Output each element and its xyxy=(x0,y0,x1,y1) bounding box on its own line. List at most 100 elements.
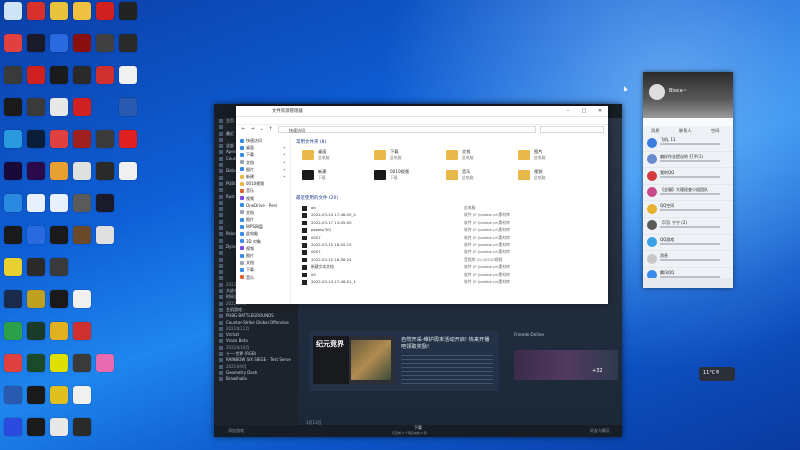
recent-file-row[interactable]: 2022-03-14 17-48-05_4 软件 (F:)\adobe pr\素材… xyxy=(302,212,600,219)
game10-icon[interactable] xyxy=(50,290,68,308)
chevron-down-icon[interactable]: ⌄ xyxy=(258,126,265,133)
red2-icon[interactable] xyxy=(96,2,114,20)
nav-pane-item[interactable]: 桌面 ✦ xyxy=(236,144,290,151)
app-yellow-icon[interactable] xyxy=(50,2,68,20)
qq-chat-item[interactable]: QQ游戏 xyxy=(643,235,733,252)
nav-pane-item[interactable]: 音乐 xyxy=(236,274,290,281)
qq-chat-item[interactable]: 我的QQ xyxy=(643,168,733,185)
weather-widget[interactable]: 11°C 阴 xyxy=(699,367,735,381)
quick-access-folder[interactable]: 新建 下载 xyxy=(302,169,372,183)
steam-icon[interactable] xyxy=(4,290,22,308)
nav-pane-item[interactable]: 图片 xyxy=(236,216,290,223)
nav-pane-item[interactable]: 文档 ✦ xyxy=(236,159,290,166)
game7-icon[interactable] xyxy=(27,258,45,276)
apex-icon[interactable] xyxy=(73,130,91,148)
recent-file-row[interactable]: 00 软件 (F:)\adobe pr\素材库 xyxy=(302,272,600,279)
avatar[interactable] xyxy=(649,84,665,100)
qq-chat-item[interactable]: 【全服】大理巡查小组团队 xyxy=(643,185,733,202)
nav-pane-item[interactable]: 图片 xyxy=(236,252,290,259)
valorant-icon[interactable] xyxy=(50,130,68,148)
game2-icon[interactable] xyxy=(96,162,114,180)
game-icon[interactable] xyxy=(96,130,114,148)
game23-icon[interactable] xyxy=(73,418,91,436)
game5-icon[interactable] xyxy=(73,226,91,244)
ps-icon[interactable] xyxy=(27,130,45,148)
red-doc-icon[interactable] xyxy=(73,98,91,116)
game21-icon[interactable] xyxy=(27,418,45,436)
netease-icon[interactable] xyxy=(27,66,45,84)
game16-icon[interactable] xyxy=(27,354,45,372)
game20-icon[interactable] xyxy=(50,386,68,404)
quick-access-folder[interactable]: 0010视频 下载 xyxy=(374,169,444,183)
recent-file-row[interactable]: 2022-03-14 17-46-01_1 软件 (F:)\adobe pr\素材… xyxy=(302,279,600,286)
recent-file-row[interactable]: pexels(30) 软件 (F:)\adobe pr\素材库 xyxy=(302,227,600,234)
pr2-icon[interactable] xyxy=(27,162,45,180)
game14-icon[interactable] xyxy=(73,322,91,340)
game4-icon[interactable] xyxy=(50,226,68,244)
explorer-navigation-pane[interactable]: 快速访问 桌面 ✦ 下载 ✦ 文档 ✦ 图片 ✦ 新建 ✦ 0010视频 音乐 视频 OneDrive - … xyxy=(236,137,291,304)
minimize-button[interactable]: – xyxy=(560,106,576,116)
qq-icon[interactable] xyxy=(27,2,45,20)
recent-file-row[interactable]: 2022-03-15 16-56-24 音频库 (G:)\0010视频 xyxy=(302,257,600,264)
steam-small-icon[interactable] xyxy=(27,98,45,116)
recycle-bin-icon[interactable] xyxy=(4,2,22,20)
steam-library-item[interactable]: Brawlhalla xyxy=(214,376,298,382)
edge-icon[interactable] xyxy=(4,130,22,148)
red2-app-icon[interactable] xyxy=(119,130,137,148)
nav-pane-item[interactable]: 快速访问 xyxy=(236,137,290,144)
qq-panel[interactable]: Bloca~ 消息 联系人 空间 飞机, 11 偏好作业提议的 打平(1) 我的QQ… xyxy=(643,72,733,288)
recent-file-row[interactable]: aa 此电脑 xyxy=(302,205,600,212)
green-app-icon[interactable] xyxy=(4,322,22,340)
nav-pane-item[interactable]: 此电脑 xyxy=(236,230,290,237)
game8-icon[interactable] xyxy=(50,258,68,276)
quick-access-folder[interactable]: 文档 此电脑 xyxy=(446,149,516,163)
maximize-button[interactable]: □ xyxy=(576,106,592,116)
recent-file-row[interactable]: 2022-03-17 13-05-00 软件 (F:)\adobe pr\素材库 xyxy=(302,220,600,227)
game15-icon[interactable] xyxy=(4,354,22,372)
quick-access-folder[interactable]: 桌面 此电脑 xyxy=(302,149,372,163)
tab-contacts[interactable]: 联系人 xyxy=(679,128,692,134)
uplay-icon[interactable] xyxy=(4,418,22,436)
quick-access-folder[interactable]: 下载 此电脑 xyxy=(374,149,444,163)
aim-icon[interactable] xyxy=(4,98,22,116)
blue-app3-icon[interactable] xyxy=(4,386,22,404)
search-input[interactable] xyxy=(540,126,604,133)
tab-space[interactable]: 空间 xyxy=(711,128,719,134)
game3-icon[interactable] xyxy=(73,194,91,212)
nav-pane-item[interactable]: WPS网盘 xyxy=(236,223,290,230)
game11-icon[interactable] xyxy=(73,290,91,308)
qq-bottom-toolbar[interactable] xyxy=(643,278,733,288)
nav-pane-item[interactable]: 视频 xyxy=(236,245,290,252)
nav-pane-item[interactable]: 文档 xyxy=(236,209,290,216)
pr-icon[interactable] xyxy=(4,162,22,180)
car-icon[interactable] xyxy=(73,162,91,180)
game9-icon[interactable] xyxy=(27,290,45,308)
quick-access-header[interactable]: 常用文件夹 (8) xyxy=(296,139,326,145)
address-bar[interactable]: 快速访问 xyxy=(278,126,536,133)
pink-app-icon[interactable] xyxy=(96,354,114,372)
close-button[interactable]: ✕ xyxy=(592,106,608,116)
nav-pane-item[interactable]: 图片 ✦ xyxy=(236,166,290,173)
add-game-button[interactable]: 添加游戏 xyxy=(228,428,244,434)
back-arrow-icon[interactable]: ← xyxy=(240,126,247,133)
game22-icon[interactable] xyxy=(50,418,68,436)
qq-chat-item[interactable]: 飞机, 11 xyxy=(643,135,733,152)
friends-chat-button[interactable]: 好友与聊天 xyxy=(590,428,610,434)
game18-icon[interactable] xyxy=(73,354,91,372)
nav-pane-item[interactable]: 音乐 xyxy=(236,187,290,194)
tab-messages[interactable]: 消息 xyxy=(651,128,659,134)
quick-access-folder[interactable]: 视频 此电脑 xyxy=(518,169,588,183)
nav-pane-item[interactable]: 0010视频 xyxy=(236,180,290,187)
recent-file-row[interactable]: 新建文本文档 软件 (F:)\adobe pr\素材库 xyxy=(302,264,600,271)
qq-chat-item[interactable]: 消息 xyxy=(643,251,733,268)
capcut-icon[interactable] xyxy=(50,66,68,84)
qq-chat-item[interactable]: 偏好作业提议的 打平(1) xyxy=(643,152,733,169)
file-icon[interactable] xyxy=(119,66,137,84)
quick-access-folder[interactable]: 音乐 此电脑 xyxy=(446,169,516,183)
recent-file-row[interactable]: 0007 软件 (F:)\adobe pr\素材库 xyxy=(302,235,600,242)
nav-pane-item[interactable]: 视频 xyxy=(236,195,290,202)
qq-chat-item[interactable]: 【可】宁宁 (2) xyxy=(643,218,733,235)
blue-circle-icon[interactable] xyxy=(27,34,45,52)
arrow-icon[interactable] xyxy=(27,194,45,212)
yellow-app-icon[interactable] xyxy=(4,258,22,276)
